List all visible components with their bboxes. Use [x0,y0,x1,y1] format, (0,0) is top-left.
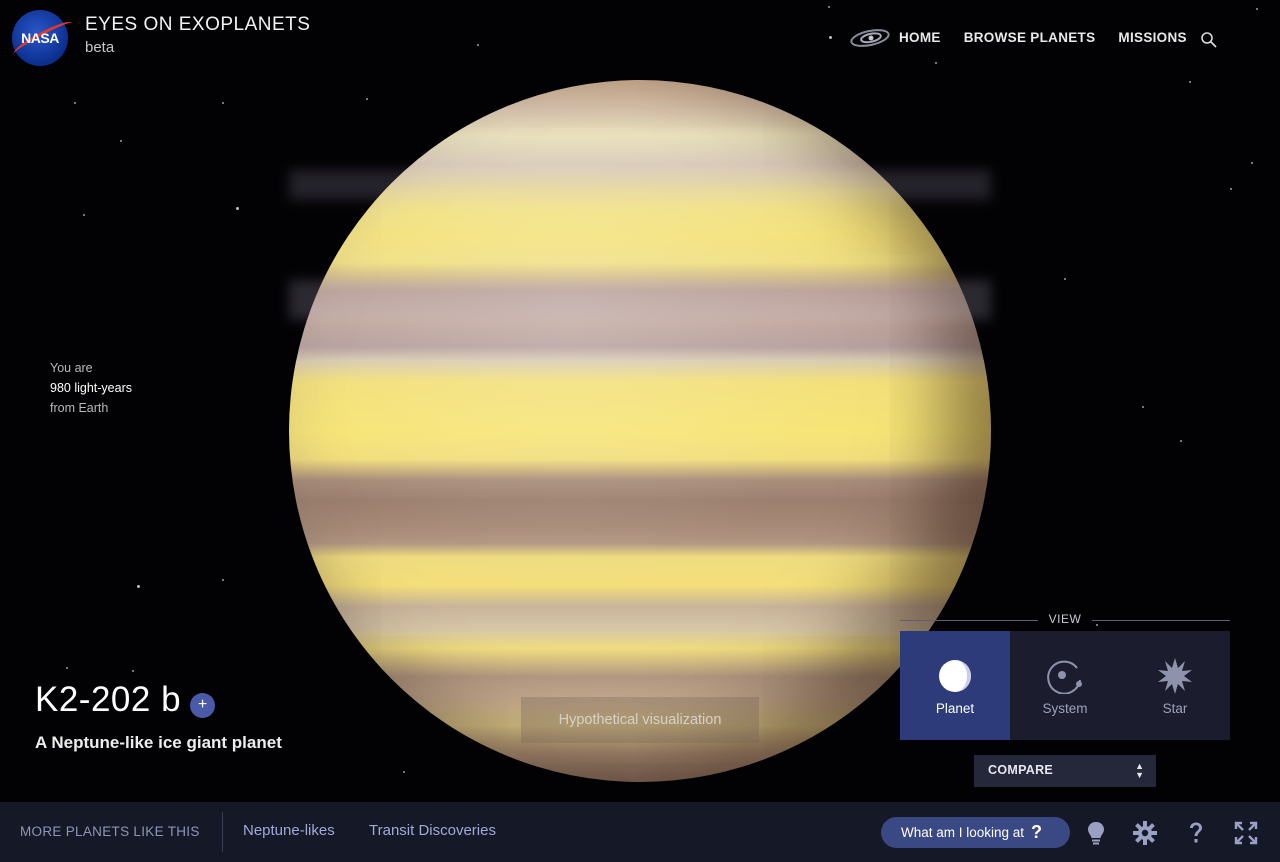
star-burst-icon [1158,658,1192,694]
system-icon [1047,660,1082,694]
star [236,207,239,210]
view-option-planet[interactable]: Planet [900,631,1010,740]
star [1142,406,1144,408]
divider [222,812,223,852]
distance-line3: from Earth [50,401,109,415]
planet-name: K2-202 b [35,680,182,719]
star [403,771,405,773]
compare-select[interactable]: COMPARE ▲ ▼ [974,755,1156,787]
settings-icon[interactable] [1132,820,1158,846]
site-title[interactable]: EYES ON EXOPLANETS [85,14,310,36]
planet-band [289,280,991,320]
nav-missions[interactable]: MISSIONS [1118,30,1186,45]
distance-line1: You are [50,361,93,375]
site-subtitle: beta [85,39,115,56]
hypothetical-visualization-note: Hypothetical visualization [521,697,759,743]
star [74,102,76,104]
galaxy-icon[interactable] [849,28,891,48]
question-mark-icon: ? [1031,822,1042,842]
star [1180,440,1182,442]
star [222,579,224,581]
search-icon[interactable] [1200,31,1218,49]
star [366,98,368,100]
compare-label: COMPARE [988,763,1054,777]
nasa-logo-text: NASA [21,30,59,46]
fullscreen-icon[interactable] [1233,820,1259,846]
star [1230,188,1232,190]
add-planet-button[interactable]: + [190,693,215,718]
star [1064,278,1066,280]
tag-transit-discoveries[interactable]: Transit Discoveries [369,822,496,839]
star [132,670,134,672]
star [83,214,85,216]
star [935,62,937,64]
view-label-text: VIEW [1048,612,1082,626]
view-option-label: System [1042,701,1088,716]
planet-visualization[interactable] [289,80,991,782]
star [137,585,140,588]
view-selector: Planet System Star [900,631,1230,740]
distance-value: 980 light-years [50,381,132,395]
main-nav: HOME BROWSE PLANETS MISSIONS [899,30,1210,45]
star [1256,8,1258,10]
star [222,102,224,104]
view-option-star[interactable]: Star [1120,631,1230,740]
more-planets-label: MORE PLANETS LIKE THIS [20,824,200,839]
tag-neptune-likes[interactable]: Neptune-likes [243,822,335,839]
star [1189,81,1191,83]
view-option-label: Star [1162,701,1188,716]
what-am-i-looking-at-button[interactable]: What am I looking at ? [881,817,1070,848]
star [120,140,122,142]
star [66,667,68,669]
bottom-bar: MORE PLANETS LIKE THIS Neptune-likes Tra… [0,802,1280,862]
nav-browse-planets[interactable]: BROWSE PLANETS [964,30,1096,45]
star [1251,162,1253,164]
view-label: VIEW [900,612,1230,628]
planet-band [289,170,991,200]
planet-icon [939,660,971,692]
star [477,44,479,46]
planet-description: A Neptune-like ice giant planet [35,733,282,752]
nav-home[interactable]: HOME [899,30,941,45]
lightbulb-icon[interactable] [1083,820,1109,846]
help-icon[interactable] [1183,820,1209,846]
star [829,36,832,39]
what-label: What am I looking at [901,825,1025,840]
nasa-logo[interactable]: NASA [10,10,76,66]
select-arrows-icon: ▲ ▼ [1135,761,1144,780]
view-option-system[interactable]: System [1010,631,1120,740]
view-option-label: Planet [935,701,975,716]
distance-readout: You are 980 light-years from Earth [50,358,132,418]
star [828,6,830,8]
